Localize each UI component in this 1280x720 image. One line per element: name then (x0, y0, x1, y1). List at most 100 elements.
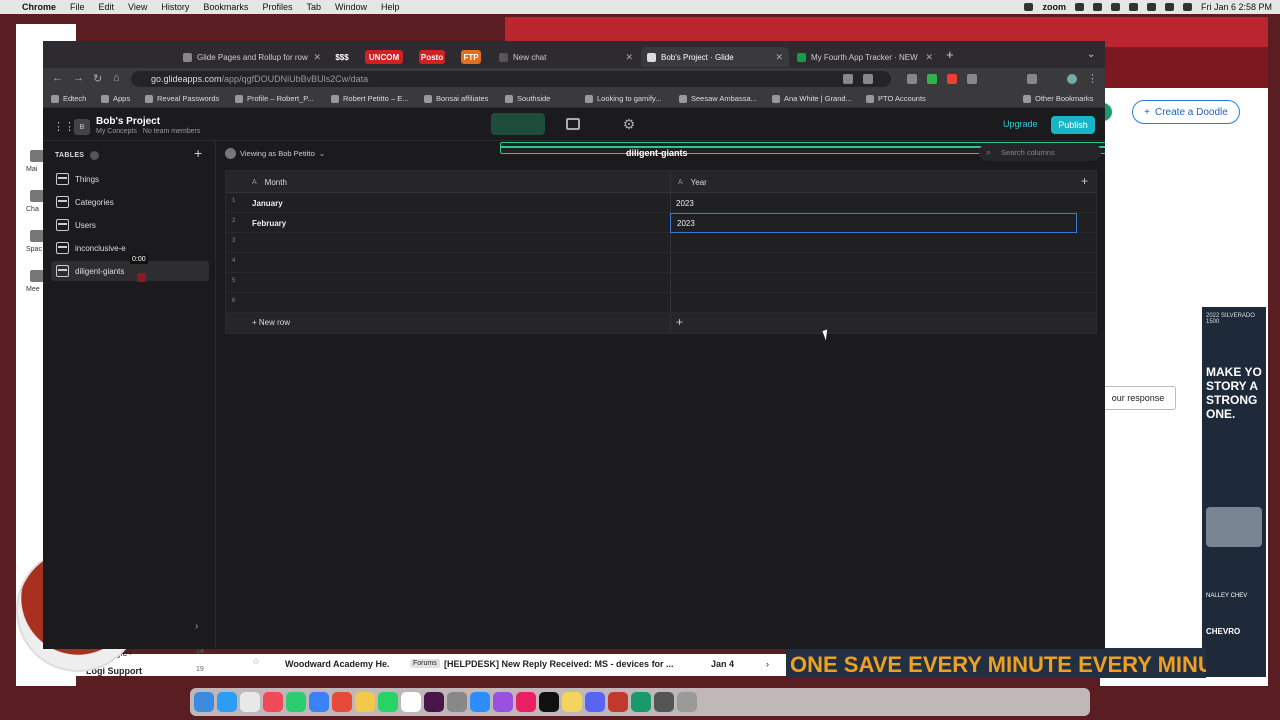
table-item-diligent-giants[interactable]: diligent-giants (51, 261, 209, 281)
calendar-icon[interactable] (401, 692, 421, 712)
menu-profiles[interactable]: Profiles (262, 2, 292, 12)
table-row[interactable]: 3 (226, 233, 1096, 253)
table-row[interactable]: 1 January 2023 (226, 193, 1096, 213)
table-item-users[interactable]: Users (51, 215, 209, 235)
bookmark-ana-white[interactable]: Ana White | Grand... (772, 94, 852, 103)
bookmark-pto[interactable]: PTO Accounts (866, 94, 926, 103)
whatsapp-icon[interactable] (378, 692, 398, 712)
bookmark-robert[interactable]: Robert Petitto – E... (331, 94, 408, 103)
wifi-icon[interactable] (1146, 3, 1156, 11)
url-field[interactable]: go.glideapps.com/app/qgfDOUDNiUbBvBUls2C… (131, 71, 891, 87)
menu-tab[interactable]: Tab (306, 2, 321, 12)
back-icon[interactable]: ← (52, 72, 63, 84)
gear-icon[interactable] (1024, 3, 1034, 11)
bookmark-edtech[interactable]: Edtech (51, 94, 86, 103)
add-table-button[interactable]: + (194, 145, 202, 161)
chevrolet-ad[interactable]: 2022 SILVERADO 1500 MAKE YO STORY A STRO… (1202, 307, 1266, 677)
bookmark-southside[interactable]: Southside (505, 94, 550, 103)
cell-month[interactable]: February (252, 213, 286, 233)
chevron-right-icon[interactable]: › (766, 659, 769, 669)
bottom-banner-ad[interactable]: ONE SAVE EVERY MINUTE EVERY MINUTE (786, 648, 1206, 678)
bookmark-reveal-passwords[interactable]: Reveal Passwords (145, 94, 219, 103)
zoom-icon[interactable] (470, 692, 490, 712)
layout-editor-button[interactable] (546, 113, 600, 135)
add-cell-button[interactable]: + (676, 315, 683, 329)
more-menu-icon[interactable]: ⋮ (1087, 72, 1098, 85)
column-header-year[interactable]: A Year (678, 171, 707, 193)
text-icon[interactable] (539, 692, 559, 712)
response-button[interactable]: our response (1100, 386, 1176, 410)
notes-icon[interactable] (562, 692, 582, 712)
close-icon[interactable]: ✕ (925, 52, 933, 63)
zoom-status[interactable]: zoom (1042, 2, 1066, 12)
meet-icon[interactable] (30, 270, 44, 282)
table-name[interactable]: diligent-giants (626, 148, 688, 158)
sync-icon[interactable] (1092, 3, 1102, 11)
photos-icon[interactable] (332, 692, 352, 712)
control-center-icon[interactable] (1182, 3, 1192, 11)
search-icon[interactable] (1164, 3, 1174, 11)
stop-recording-icon[interactable] (137, 273, 146, 282)
bookmark-apps[interactable]: Apps (101, 94, 130, 103)
recorder-icon[interactable] (516, 692, 536, 712)
safari-icon[interactable] (309, 692, 329, 712)
extension-icon[interactable] (907, 74, 917, 84)
cell-year-selected[interactable]: 2023 (670, 213, 1077, 233)
menu-window[interactable]: Window (335, 2, 367, 12)
app2-icon[interactable] (654, 692, 674, 712)
table-row[interactable]: 2 February 2023 (226, 213, 1096, 233)
battery-icon[interactable] (1128, 3, 1138, 11)
cell-year[interactable]: 2023 (676, 193, 694, 213)
share-icon[interactable] (843, 74, 853, 84)
forward-icon[interactable]: → (73, 72, 84, 84)
settings-button[interactable]: ⚙ (602, 113, 656, 135)
star-icon[interactable]: ☆ (252, 656, 260, 667)
menu-edit[interactable]: Edit (99, 2, 115, 12)
close-icon[interactable]: ✕ (625, 52, 633, 63)
column-header-month[interactable]: A Month (252, 171, 287, 193)
puzzle-icon[interactable] (1027, 74, 1037, 84)
menu-history[interactable]: History (161, 2, 189, 12)
screen-icon[interactable] (493, 692, 513, 712)
chrome-icon[interactable] (355, 692, 375, 712)
tab-pill-posto[interactable]: Posto (419, 50, 445, 64)
menu-view[interactable]: View (128, 2, 147, 12)
collapse-sidebar-icon[interactable]: › (195, 621, 198, 632)
create-doodle-button[interactable]: + Create a Doodle (1132, 100, 1240, 124)
shield-icon[interactable] (1074, 3, 1084, 11)
project-title[interactable]: Bob's Project (96, 116, 160, 127)
publish-button[interactable]: Publish (1051, 116, 1095, 134)
bookmark-gamify[interactable]: Looking to gamify... (585, 94, 661, 103)
tab-new-chat[interactable]: New chat ✕ (493, 47, 639, 67)
glide-icon[interactable] (631, 692, 651, 712)
menu-help[interactable]: Help (381, 2, 400, 12)
table-row[interactable]: 4 (226, 253, 1096, 273)
bookmark-other[interactable]: Other Bookmarks (1023, 94, 1093, 103)
bookmark-seesaw[interactable]: Seesaw Ambassa... (679, 94, 757, 103)
table-row[interactable]: 6 (226, 293, 1096, 313)
tab-bobs-project[interactable]: Bob's Project · Glide ✕ (641, 47, 789, 67)
trash-icon[interactable] (677, 692, 697, 712)
gmail-row[interactable]: ed Google+ Logi Support 14 19 ☆ Woodward… (76, 648, 786, 676)
table-row[interactable]: 5 (226, 273, 1096, 293)
info-icon[interactable] (90, 151, 100, 160)
project-icon[interactable]: B (74, 119, 90, 135)
launchpad-icon[interactable] (240, 692, 260, 712)
tab-app-tracker[interactable]: My Fourth App Tracker · NEW ✕ (791, 47, 939, 67)
slack-icon[interactable] (424, 692, 444, 712)
table-item-things[interactable]: Things (51, 169, 209, 189)
discord-icon[interactable] (585, 692, 605, 712)
settings-icon[interactable] (447, 692, 467, 712)
music-icon[interactable] (263, 692, 283, 712)
viewing-as-selector[interactable]: Viewing as Bob Petitto ⌄ (225, 148, 325, 159)
volume-icon[interactable] (1110, 3, 1120, 11)
extension-icon[interactable] (927, 74, 937, 84)
new-tab-button[interactable]: + (946, 47, 954, 62)
bookmark-bonsai[interactable]: Bonsai affiliates (424, 94, 488, 103)
tab-pill-ftp[interactable]: FTP (461, 50, 481, 64)
menubar-clock[interactable]: Fri Jan 6 2:58 PM (1201, 2, 1272, 12)
reload-icon[interactable]: ↻ (93, 72, 102, 85)
search-columns-input[interactable]: ⌕ Search columns (979, 144, 1101, 161)
extension-icon[interactable] (947, 74, 957, 84)
cell-month[interactable]: January (252, 193, 283, 213)
